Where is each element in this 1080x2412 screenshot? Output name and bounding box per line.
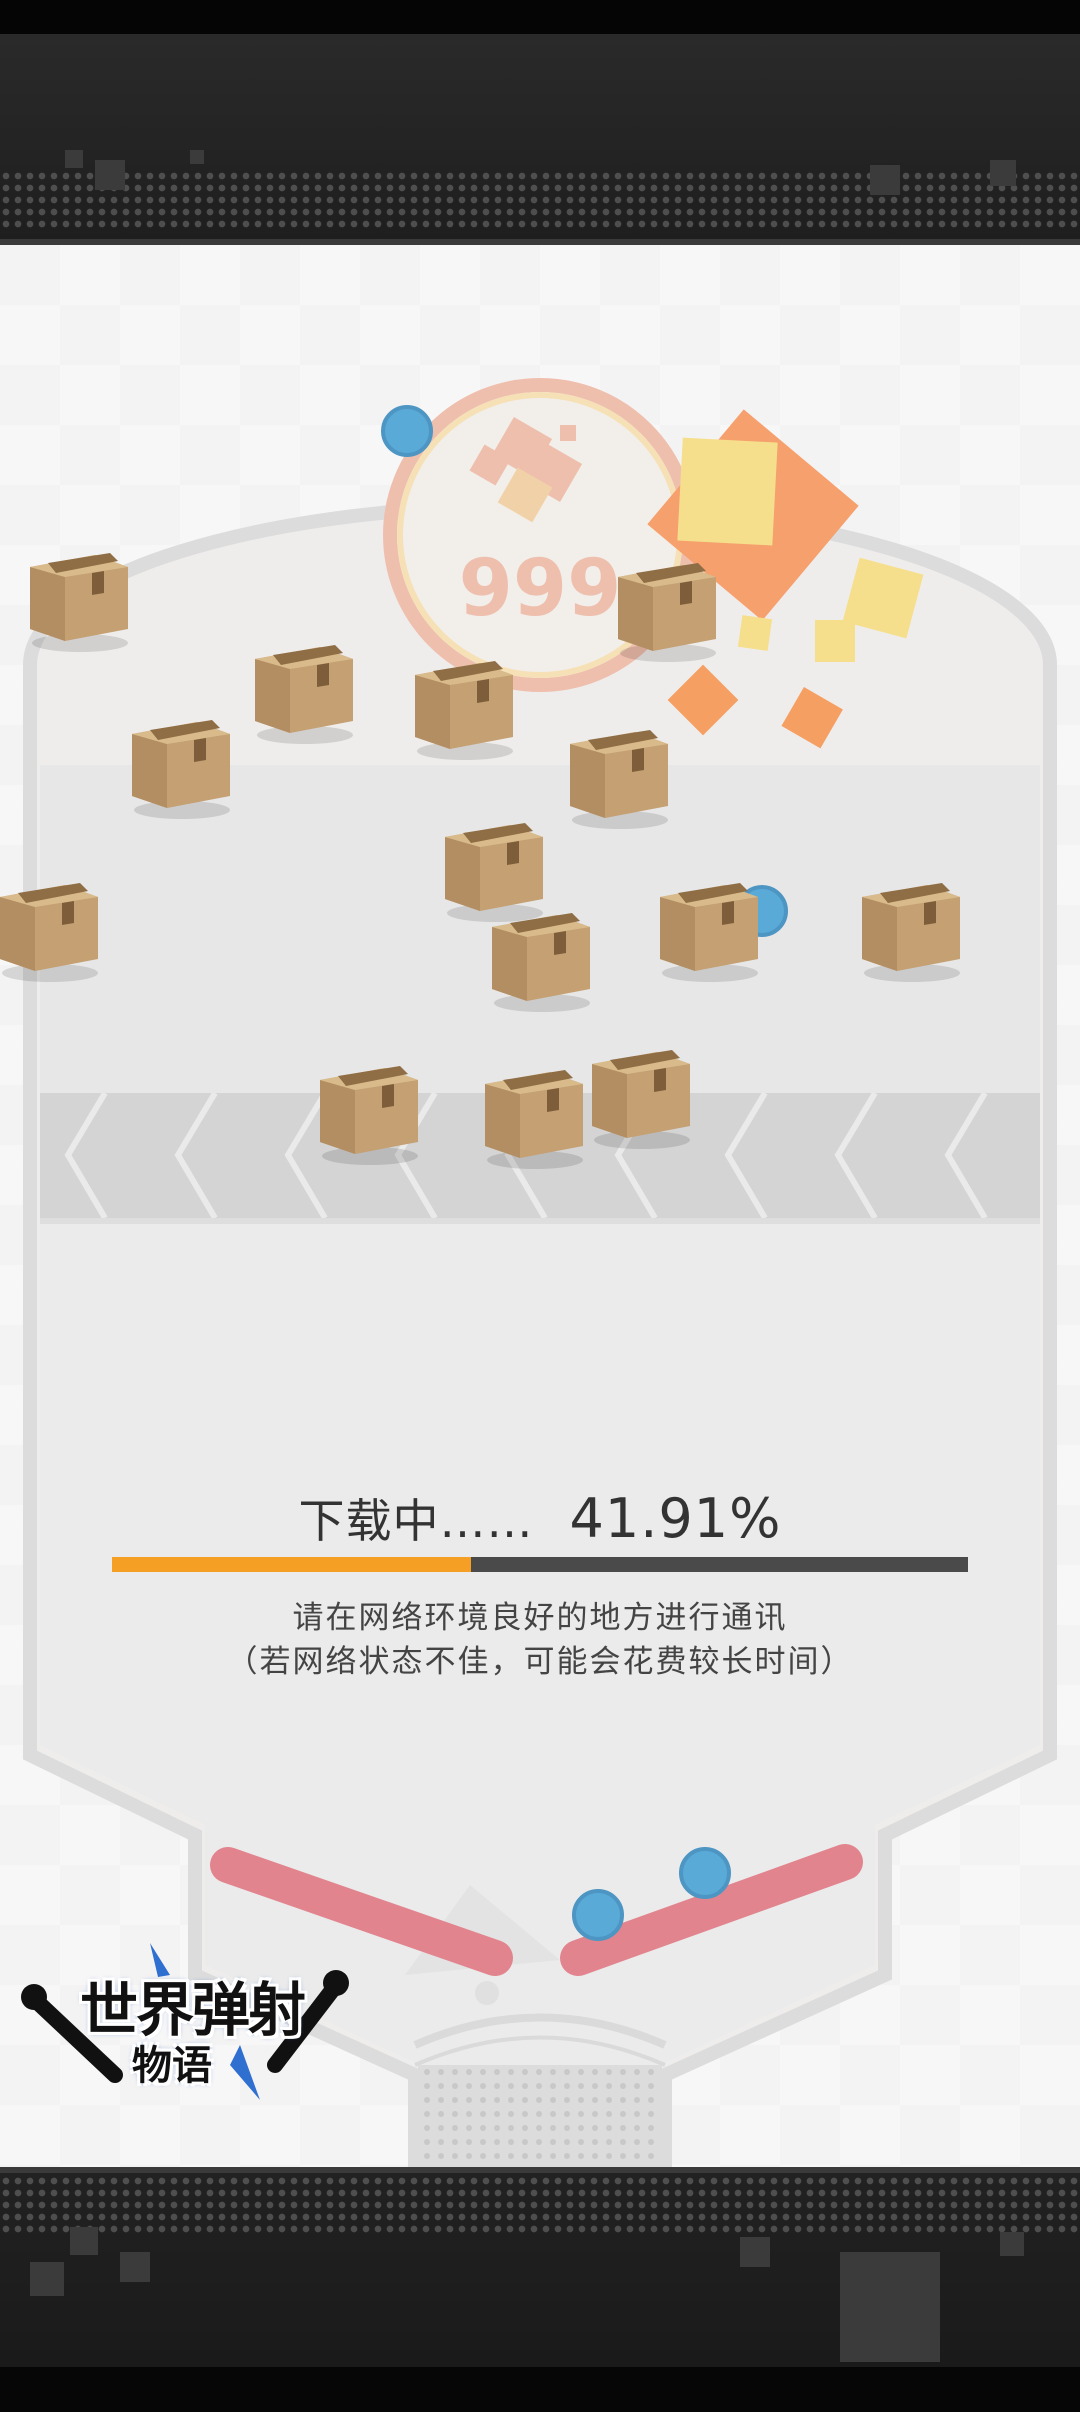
cardboard-box	[320, 1066, 418, 1165]
network-notice-sub: （若网络状态不佳，可能会花费较长时间）	[226, 1644, 854, 1680]
pinball-board: 999	[0, 378, 1057, 2167]
cardboard-box	[0, 883, 98, 982]
cardboard-box	[445, 823, 543, 922]
cardboard-box	[618, 563, 716, 662]
download-label: 下载中……	[298, 1494, 534, 1548]
cardboard-box	[570, 730, 668, 829]
network-notice: 请在网络环境良好的地方进行通讯	[292, 1600, 788, 1636]
cardboard-box	[132, 720, 230, 819]
cardboard-box	[660, 883, 758, 982]
logo-subtitle: 物语	[132, 2043, 212, 2089]
progress-bar	[112, 1557, 968, 1572]
progress-fill	[112, 1557, 471, 1572]
cardboard-box	[862, 883, 960, 982]
cardboard-box	[415, 661, 513, 760]
bottom-decor-band	[0, 2167, 1080, 2412]
top-decor-band	[0, 0, 1080, 245]
cardboard-box	[30, 553, 128, 652]
download-status: 下载中…… 41.91%	[0, 1485, 1080, 1551]
cardboard-box	[492, 913, 590, 1012]
cardboard-box	[592, 1050, 690, 1149]
cardboard-box	[255, 645, 353, 744]
bumper-score: 999	[459, 544, 622, 634]
cardboard-box	[485, 1070, 583, 1169]
game-logo: 世界弹射 物语	[20, 1935, 350, 2110]
progress-percent: 41.91%	[569, 1487, 782, 1550]
